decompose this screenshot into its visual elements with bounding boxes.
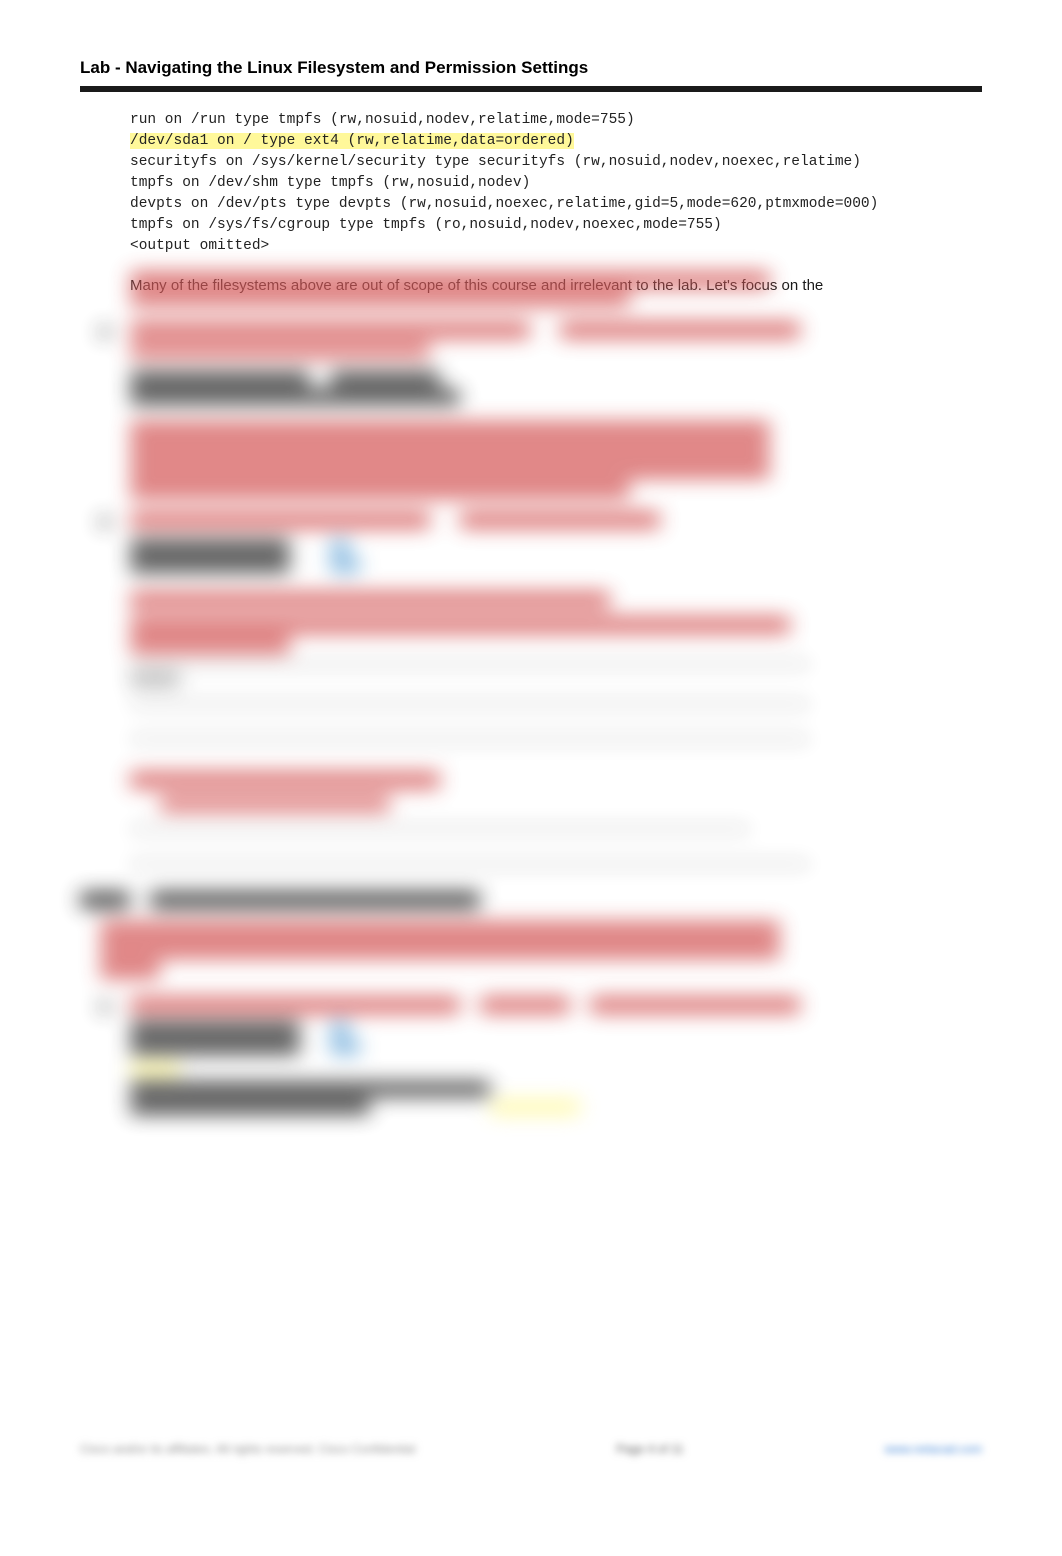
obscured-content bbox=[80, 272, 822, 1426]
page-footer: Cisco and/or its affiliates. All rights … bbox=[80, 1442, 982, 1456]
terminal-line-highlighted: /dev/sda1 on / type ext4 (rw,relatime,da… bbox=[130, 133, 574, 149]
body-paragraph: Many of the filesystems above are out of… bbox=[130, 275, 982, 298]
terminal-output: run on /run type tmpfs (rw,nosuid,nodev,… bbox=[130, 110, 982, 257]
terminal-line: securityfs on /sys/kernel/security type … bbox=[130, 154, 861, 170]
terminal-line: devpts on /dev/pts type devpts (rw,nosui… bbox=[130, 196, 878, 212]
lab-title: Lab - Navigating the Linux Filesystem an… bbox=[80, 58, 982, 92]
terminal-line: tmpfs on /dev/shm type tmpfs (rw,nosuid,… bbox=[130, 175, 530, 191]
footer-page-number: Page 4 of 11 bbox=[616, 1442, 683, 1456]
terminal-line: run on /run type tmpfs (rw,nosuid,nodev,… bbox=[130, 112, 635, 128]
footer-site: www.netacad.com bbox=[885, 1442, 982, 1456]
terminal-line: tmpfs on /sys/fs/cgroup type tmpfs (ro,n… bbox=[130, 217, 722, 233]
footer-copyright: Cisco and/or its affiliates. All rights … bbox=[80, 1442, 415, 1456]
terminal-line: <output omitted> bbox=[130, 238, 269, 254]
